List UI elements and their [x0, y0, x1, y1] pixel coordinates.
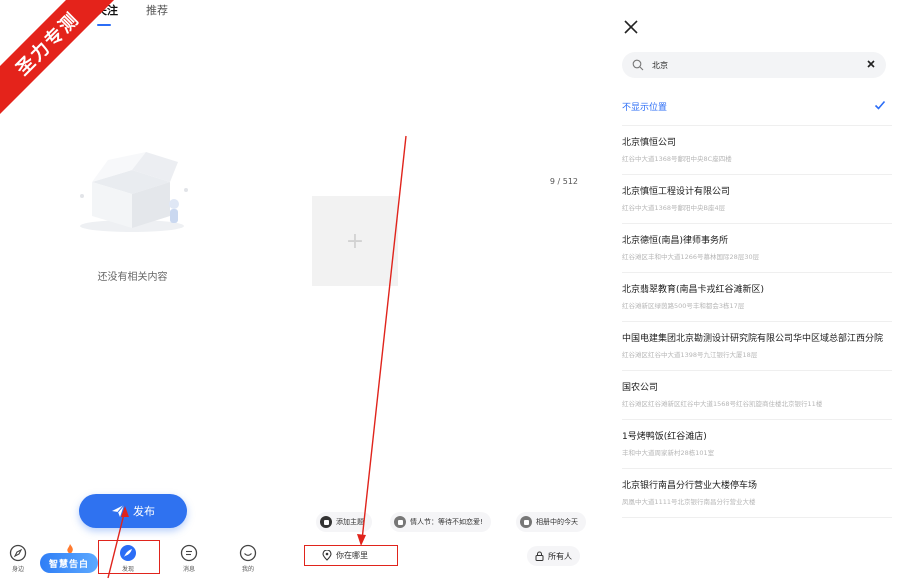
- location-list: 不显示位置 北京慎恒公司 红谷中大道1368号鄱阳中央8C座四楼 北京慎恒工程设…: [622, 86, 892, 518]
- location-address: 红谷滩新区绿茵路500号丰和都会3栋17层: [622, 302, 745, 310]
- chip-add-topic[interactable]: 添加主题: [316, 512, 372, 532]
- nav-item-nearby[interactable]: 身边: [0, 544, 38, 573]
- topic-icon: [320, 516, 332, 528]
- nav-label-messages: 消息: [182, 566, 195, 573]
- location-address: 丰和中大道周家新村28栋101室: [622, 449, 715, 457]
- location-name: 中国电建集团北京勘测设计研究院有限公司华中区域总部江西分院: [622, 334, 884, 344]
- nav-item-me[interactable]: 我的: [228, 544, 268, 573]
- location-picker-panel: 不显示位置 北京慎恒公司 红谷中大道1368号鄱阳中央8C座四楼 北京慎恒工程设…: [612, 0, 904, 580]
- location-search-bar: [622, 52, 886, 78]
- annotation-box-discover: [98, 540, 160, 574]
- char-counter: 9 / 512: [549, 177, 578, 186]
- location-name: 北京翡翠教育(南昌卡戎红谷滩新区): [622, 285, 765, 295]
- location-name: 北京德恒(南昌)律师事务所: [622, 236, 729, 246]
- list-item[interactable]: 1号烤鸭饭(红谷滩店) 丰和中大道周家新村28栋101室: [622, 420, 892, 469]
- list-item[interactable]: 北京德恒(南昌)律师事务所 红谷滩区丰和中大道1266号慕林国际28层30层: [622, 224, 892, 273]
- lock-icon: [535, 551, 544, 561]
- location-name: 北京银行南昌分行营业大楼停车场: [622, 481, 758, 491]
- location-address: 凤凰中大道1111号北京银行南昌分行营业大楼: [622, 498, 756, 506]
- clear-icon[interactable]: [866, 59, 876, 69]
- compose-panel: 9 / 512 + 添加主题 情人节：等待不如恋爱! 相册中的今天 你在哪里 所…: [302, 0, 592, 580]
- location-address: 红谷滩区丰和中大道1266号慕林国际28层30层: [622, 253, 760, 261]
- badge-pill[interactable]: 智慧告白: [40, 553, 98, 573]
- audience-label: 所有人: [548, 551, 572, 561]
- chip-label: 添加主题: [336, 518, 364, 526]
- smile-icon: [239, 544, 257, 562]
- paper-plane-icon: [112, 504, 125, 517]
- nav-item-messages[interactable]: 消息: [169, 544, 209, 573]
- location-address: 红谷中大道1368号鄱阳中央8C座四楼: [622, 155, 732, 163]
- close-icon[interactable]: [622, 18, 640, 36]
- empty-state-text: 还没有相关内容: [97, 272, 168, 283]
- search-icon: [632, 59, 644, 71]
- nav-label-nearby: 身边: [11, 566, 24, 573]
- audience-selector[interactable]: 所有人: [527, 546, 580, 566]
- location-search-input[interactable]: [650, 59, 854, 71]
- annotation-box-location: [304, 545, 398, 566]
- tab-recommended[interactable]: 推荐: [146, 2, 168, 18]
- add-photo-button[interactable]: +: [312, 196, 398, 286]
- location-address: 红谷滩区红谷滩新区红谷中大道1568号红谷凯旋商住楼北京银行11楼: [622, 400, 823, 408]
- compass-icon: [9, 544, 27, 562]
- list-item[interactable]: 国农公司 红谷滩区红谷滩新区红谷中大道1568号红谷凯旋商住楼北京银行11楼: [622, 371, 892, 420]
- list-item[interactable]: 北京慎恒公司 红谷中大道1368号鄱阳中央8C座四楼: [622, 126, 892, 175]
- location-name: 北京慎恒工程设计有限公司: [622, 187, 731, 197]
- location-name: 1号烤鸭饭(红谷滩店): [622, 432, 707, 442]
- chip-label: 相册中的今天: [536, 518, 578, 526]
- list-item[interactable]: 北京慎恒工程设计有限公司 红谷中大道1368号鄱阳中央B座4层: [622, 175, 892, 224]
- publish-label: 发布: [133, 505, 155, 518]
- empty-box-illustration: [80, 152, 188, 232]
- chip-valentine[interactable]: 情人节：等待不如恋爱!: [390, 512, 491, 532]
- topic-chips: 添加主题 情人节：等待不如恋爱! 相册中的今天: [316, 512, 592, 534]
- feed-panel: 关注 推荐 还没有相关内容 发布 身边 发现 消息 我的 智慧告白: [0, 0, 280, 580]
- no-location-option[interactable]: 不显示位置: [622, 86, 892, 126]
- check-icon: [874, 100, 886, 110]
- nav-label-me: 我的: [241, 566, 254, 573]
- location-address: 红谷滩区红谷中大道1398号九江银行大厦18层: [622, 351, 758, 359]
- publish-button[interactable]: 发布: [79, 494, 187, 528]
- message-icon: [180, 544, 198, 562]
- plus-icon: +: [345, 228, 365, 254]
- list-item[interactable]: 北京银行南昌分行营业大楼停车场 凤凰中大道1111号北京银行南昌分行营业大楼: [622, 469, 892, 518]
- location-address: 红谷中大道1368号鄱阳中央B座4层: [622, 204, 726, 212]
- location-name: 国农公司: [622, 383, 659, 393]
- chip-label: 情人节：等待不如恋爱!: [410, 518, 483, 526]
- topic-icon: [394, 516, 406, 528]
- list-item[interactable]: 北京翡翠教育(南昌卡戎红谷滩新区) 红谷滩新区绿茵路500号丰和都会3栋17层: [622, 273, 892, 322]
- location-name: 北京慎恒公司: [622, 138, 677, 148]
- topic-icon: [520, 516, 532, 528]
- chip-album-today[interactable]: 相册中的今天: [516, 512, 586, 532]
- list-item[interactable]: 中国电建集团北京勘测设计研究院有限公司华中区域总部江西分院 红谷滩区红谷中大道1…: [622, 322, 892, 371]
- no-location-label: 不显示位置: [622, 103, 668, 113]
